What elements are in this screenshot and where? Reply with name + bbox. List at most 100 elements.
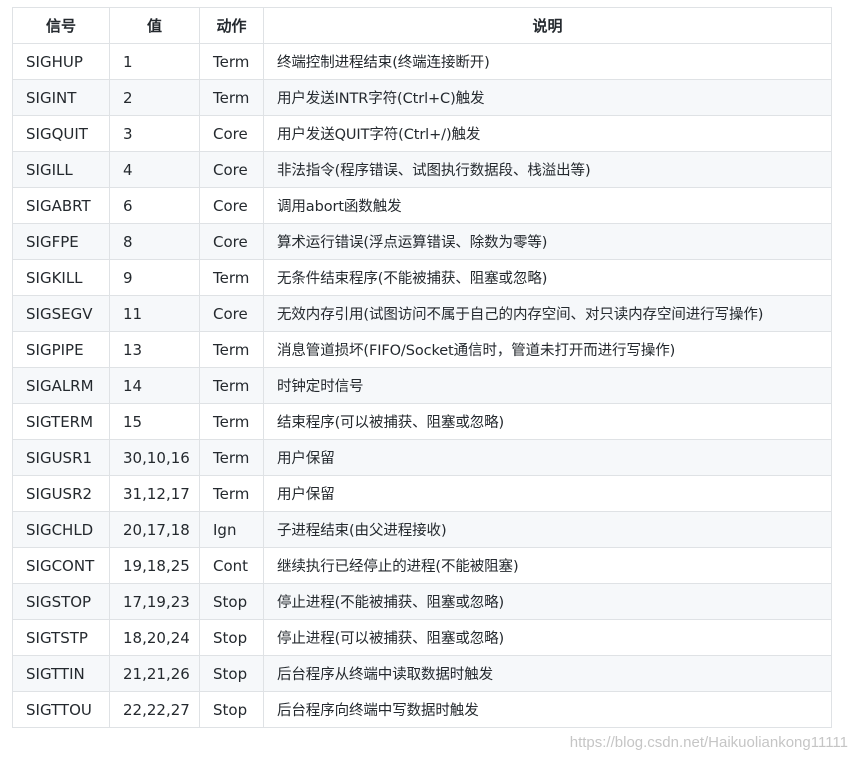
table-header: 信号 值 动作 说明: [12, 7, 832, 44]
table-row: SIGILL 4 Core 非法指令(程序错误、试图执行数据段、栈溢出等): [12, 151, 832, 188]
table-row: SIGALRM 14 Term 时钟定时信号: [12, 367, 832, 404]
cell-description: 终端控制进程结束(终端连接断开): [263, 43, 832, 80]
cell-value: 21,21,26: [109, 655, 200, 692]
cell-action: Ign: [199, 511, 264, 548]
cell-value: 14: [109, 367, 200, 404]
cell-value: 17,19,23: [109, 583, 200, 620]
table-row: SIGCHLD 20,17,18 Ign 子进程结束(由父进程接收): [12, 511, 832, 548]
cell-value: 1: [109, 43, 200, 80]
cell-action: Term: [199, 43, 264, 80]
cell-description: 停止进程(不能被捕获、阻塞或忽略): [263, 583, 832, 620]
cell-value: 19,18,25: [109, 547, 200, 584]
cell-signal: SIGCONT: [12, 547, 110, 584]
cell-signal: SIGSEGV: [12, 295, 110, 332]
cell-action: Term: [199, 439, 264, 476]
cell-description: 用户保留: [263, 439, 832, 476]
table-row: SIGTERM 15 Term 结束程序(可以被捕获、阻塞或忽略): [12, 403, 832, 440]
cell-signal: SIGCHLD: [12, 511, 110, 548]
cell-action: Core: [199, 151, 264, 188]
cell-description: 无效内存引用(试图访问不属于自己的内存空间、对只读内存空间进行写操作): [263, 295, 832, 332]
cell-action: Core: [199, 115, 264, 152]
header-value: 值: [109, 7, 200, 44]
cell-signal: SIGPIPE: [12, 331, 110, 368]
table-row: SIGQUIT 3 Core 用户发送QUIT字符(Ctrl+/)触发: [12, 115, 832, 152]
cell-value: 11: [109, 295, 200, 332]
cell-value: 8: [109, 223, 200, 260]
cell-action: Term: [199, 403, 264, 440]
cell-description: 算术运行错误(浮点运算错误、除数为零等): [263, 223, 832, 260]
cell-signal: SIGILL: [12, 151, 110, 188]
table-row: SIGTTIN 21,21,26 Stop 后台程序从终端中读取数据时触发: [12, 655, 832, 692]
cell-signal: SIGTTIN: [12, 655, 110, 692]
cell-value: 3: [109, 115, 200, 152]
table-row: SIGHUP 1 Term 终端控制进程结束(终端连接断开): [12, 43, 832, 80]
cell-action: Stop: [199, 583, 264, 620]
signal-table: 信号 值 动作 说明 SIGHUP 1 Term 终端控制进程结束(终端连接断开) SI…: [12, 7, 832, 728]
cell-value: 31,12,17: [109, 475, 200, 512]
cell-action: Term: [199, 331, 264, 368]
cell-action: Core: [199, 223, 264, 260]
cell-signal: SIGUSR2: [12, 475, 110, 512]
cell-value: 9: [109, 259, 200, 296]
cell-description: 用户发送INTR字符(Ctrl+C)触发: [263, 79, 832, 116]
table-row: SIGFPE 8 Core 算术运行错误(浮点运算错误、除数为零等): [12, 223, 832, 260]
table-row: SIGKILL 9 Term 无条件结束程序(不能被捕获、阻塞或忽略): [12, 259, 832, 296]
table-body: SIGHUP 1 Term 终端控制进程结束(终端连接断开) SIGINT 2 Term 用户…: [12, 43, 832, 728]
cell-value: 2: [109, 79, 200, 116]
table-row: SIGPIPE 13 Term 消息管道损坏(FIFO/Socket通信时，管道未打开…: [12, 331, 832, 368]
table-row: SIGSEGV 11 Core 无效内存引用(试图访问不属于自己的内存空间、对只读内存…: [12, 295, 832, 332]
cell-description: 用户发送QUIT字符(Ctrl+/)触发: [263, 115, 832, 152]
cell-value: 13: [109, 331, 200, 368]
cell-signal: SIGINT: [12, 79, 110, 116]
table-row: SIGUSR1 30,10,16 Term 用户保留: [12, 439, 832, 476]
cell-action: Term: [199, 79, 264, 116]
cell-signal: SIGTSTP: [12, 619, 110, 656]
cell-signal: SIGQUIT: [12, 115, 110, 152]
cell-value: 22,22,27: [109, 691, 200, 728]
table-row: SIGTTOU 22,22,27 Stop 后台程序向终端中写数据时触发: [12, 691, 832, 728]
table-row: SIGINT 2 Term 用户发送INTR字符(Ctrl+C)触发: [12, 79, 832, 116]
cell-signal: SIGKILL: [12, 259, 110, 296]
cell-action: Core: [199, 295, 264, 332]
signal-table-container: 信号 值 动作 说明 SIGHUP 1 Term 终端控制进程结束(终端连接断开) SI…: [12, 7, 832, 728]
cell-description: 停止进程(可以被捕获、阻塞或忽略): [263, 619, 832, 656]
cell-action: Stop: [199, 691, 264, 728]
cell-description: 后台程序向终端中写数据时触发: [263, 691, 832, 728]
cell-description: 子进程结束(由父进程接收): [263, 511, 832, 548]
cell-value: 30,10,16: [109, 439, 200, 476]
table-row: SIGUSR2 31,12,17 Term 用户保留: [12, 475, 832, 512]
table-row: SIGCONT 19,18,25 Cont 继续执行已经停止的进程(不能被阻塞): [12, 547, 832, 584]
table-row: SIGABRT 6 Core 调用abort函数触发: [12, 187, 832, 224]
cell-action: Stop: [199, 655, 264, 692]
table-row: SIGTSTP 18,20,24 Stop 停止进程(可以被捕获、阻塞或忽略): [12, 619, 832, 656]
header-description: 说明: [263, 7, 832, 44]
cell-value: 18,20,24: [109, 619, 200, 656]
cell-description: 时钟定时信号: [263, 367, 832, 404]
cell-signal: SIGABRT: [12, 187, 110, 224]
cell-signal: SIGTTOU: [12, 691, 110, 728]
table-row: SIGSTOP 17,19,23 Stop 停止进程(不能被捕获、阻塞或忽略): [12, 583, 832, 620]
cell-value: 15: [109, 403, 200, 440]
cell-description: 继续执行已经停止的进程(不能被阻塞): [263, 547, 832, 584]
cell-action: Term: [199, 367, 264, 404]
cell-signal: SIGUSR1: [12, 439, 110, 476]
cell-description: 消息管道损坏(FIFO/Socket通信时，管道未打开而进行写操作): [263, 331, 832, 368]
cell-signal: SIGSTOP: [12, 583, 110, 620]
cell-signal: SIGHUP: [12, 43, 110, 80]
cell-value: 6: [109, 187, 200, 224]
watermark: https://blog.csdn.net/Haikuoliankong1111…: [569, 734, 848, 751]
cell-description: 非法指令(程序错误、试图执行数据段、栈溢出等): [263, 151, 832, 188]
cell-action: Core: [199, 187, 264, 224]
cell-action: Cont: [199, 547, 264, 584]
cell-action: Term: [199, 259, 264, 296]
cell-description: 用户保留: [263, 475, 832, 512]
cell-action: Term: [199, 475, 264, 512]
cell-action: Stop: [199, 619, 264, 656]
cell-description: 无条件结束程序(不能被捕获、阻塞或忽略): [263, 259, 832, 296]
header-signal: 信号: [12, 7, 110, 44]
header-row: 信号 值 动作 说明: [12, 7, 832, 44]
cell-description: 后台程序从终端中读取数据时触发: [263, 655, 832, 692]
cell-signal: SIGFPE: [12, 223, 110, 260]
cell-value: 4: [109, 151, 200, 188]
header-action: 动作: [199, 7, 264, 44]
